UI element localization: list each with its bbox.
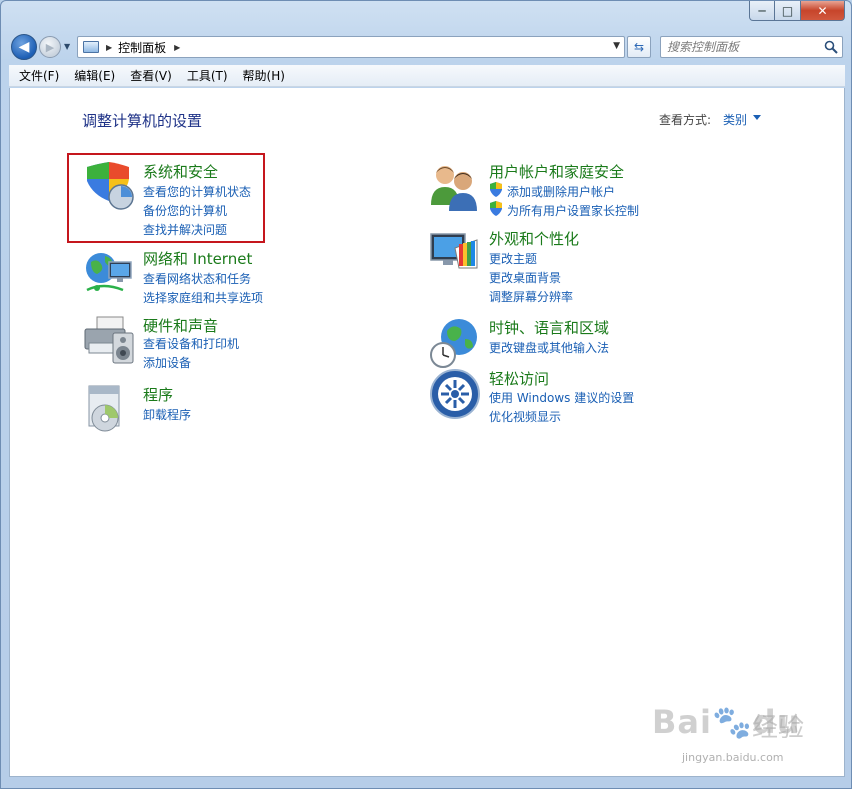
address-bar[interactable]: ▶ 控制面板 ▶ ▼ <box>77 36 625 58</box>
ease-of-access-icon[interactable] <box>429 368 481 420</box>
link-add-remove-accounts[interactable]: 添加或删除用户帐户 <box>507 183 615 200</box>
arrow-right-icon: ▶ <box>45 40 55 54</box>
navigation-bar: ◀ ▶ ▼ ▶ 控制面板 ▶ ▼ ⇆ <box>9 33 845 61</box>
link-homegroup-sharing[interactable]: 选择家庭组和共享选项 <box>143 289 263 306</box>
category-title[interactable]: 程序 <box>143 384 173 405</box>
back-button[interactable]: ◀ <box>11 34 37 60</box>
control-panel-window: ─ □ ✕ ◀ ▶ ▼ ▶ 控制面板 ▶ ▼ ⇆ 搜索控制面板 文件(F) 编辑… <box>0 0 852 789</box>
link-devices-printers[interactable]: 查看设备和打印机 <box>143 335 239 352</box>
link-parental-controls[interactable]: 为所有用户设置家长控制 <box>507 202 639 219</box>
paw-icon: 🐾 <box>711 703 753 741</box>
refresh-button[interactable]: ⇆ <box>627 36 651 58</box>
menu-help[interactable]: 帮助(H) <box>238 66 290 86</box>
category-title[interactable]: 用户帐户和家庭安全 <box>489 161 624 182</box>
highlight-annotation <box>67 153 265 243</box>
menu-bar: 文件(F) 编辑(E) 查看(V) 工具(T) 帮助(H) <box>9 65 845 87</box>
category-title[interactable]: 网络和 Internet <box>143 248 252 269</box>
network-globe-icon[interactable] <box>83 248 135 300</box>
category-title[interactable]: 外观和个性化 <box>489 228 579 249</box>
arrow-left-icon: ◀ <box>18 39 30 55</box>
breadcrumb-separator-icon[interactable]: ▶ <box>174 43 180 52</box>
link-windows-suggested-settings[interactable]: 使用 Windows 建议的设置 <box>489 389 634 406</box>
close-button[interactable]: ✕ <box>801 1 845 21</box>
control-panel-icon <box>83 41 99 53</box>
category-title[interactable]: 硬件和声音 <box>143 315 218 336</box>
address-dropdown-icon[interactable]: ▼ <box>613 41 620 51</box>
forward-button[interactable]: ▶ <box>39 36 61 58</box>
view-by-label: 查看方式: <box>659 113 712 127</box>
baidu-watermark: Bai🐾du 经验 jingyan.baidu.com <box>652 693 822 773</box>
menu-file[interactable]: 文件(F) <box>14 66 64 86</box>
category-title[interactable]: 轻松访问 <box>489 368 549 389</box>
content-pane: 调整计算机的设置 查看方式: 类别 系统和安全 查看您的计算机状态 备份您的计算… <box>9 88 845 777</box>
uac-shield-icon <box>490 201 502 216</box>
link-change-desktop-background[interactable]: 更改桌面背景 <box>489 269 561 286</box>
breadcrumb-control-panel[interactable]: 控制面板 <box>118 39 166 56</box>
search-icon[interactable] <box>824 40 838 54</box>
link-optimize-video-display[interactable]: 优化视频显示 <box>489 408 561 425</box>
menu-view[interactable]: 查看(V) <box>125 66 177 86</box>
view-by-dropdown[interactable]: 类别 <box>723 111 747 128</box>
breadcrumb-separator-icon[interactable]: ▶ <box>106 43 112 52</box>
blurred-background-strip <box>61 13 701 27</box>
clock-globe-icon[interactable] <box>429 317 481 369</box>
link-add-device[interactable]: 添加设备 <box>143 354 191 371</box>
minimize-button[interactable]: ─ <box>749 1 775 21</box>
monitor-palette-icon[interactable] <box>429 228 481 280</box>
watermark-url: jingyan.baidu.com <box>682 751 784 764</box>
link-uninstall-program[interactable]: 卸载程序 <box>143 406 191 423</box>
search-box[interactable] <box>660 36 843 58</box>
printer-icon[interactable] <box>83 315 135 367</box>
menu-tools[interactable]: 工具(T) <box>182 66 233 86</box>
watermark-cn: 经验 <box>752 713 805 743</box>
refresh-icon: ⇆ <box>633 40 645 54</box>
link-change-theme[interactable]: 更改主题 <box>489 250 537 267</box>
page-title: 调整计算机的设置 <box>82 112 203 130</box>
menu-edit[interactable]: 编辑(E) <box>69 66 120 86</box>
search-input[interactable] <box>667 39 817 55</box>
recent-pages-dropdown[interactable]: ▼ <box>64 42 70 51</box>
link-adjust-resolution[interactable]: 调整屏幕分辨率 <box>489 288 573 305</box>
chevron-down-icon[interactable] <box>753 115 761 120</box>
link-change-input-method[interactable]: 更改键盘或其他输入法 <box>489 339 609 356</box>
users-icon[interactable] <box>429 161 481 213</box>
uac-shield-icon <box>490 182 502 197</box>
maximize-button[interactable]: □ <box>775 1 801 21</box>
category-title[interactable]: 时钟、语言和区域 <box>489 317 609 338</box>
caption-buttons: ─ □ ✕ <box>749 1 845 21</box>
link-view-network-status[interactable]: 查看网络状态和任务 <box>143 270 251 287</box>
program-disc-icon[interactable] <box>83 384 135 436</box>
